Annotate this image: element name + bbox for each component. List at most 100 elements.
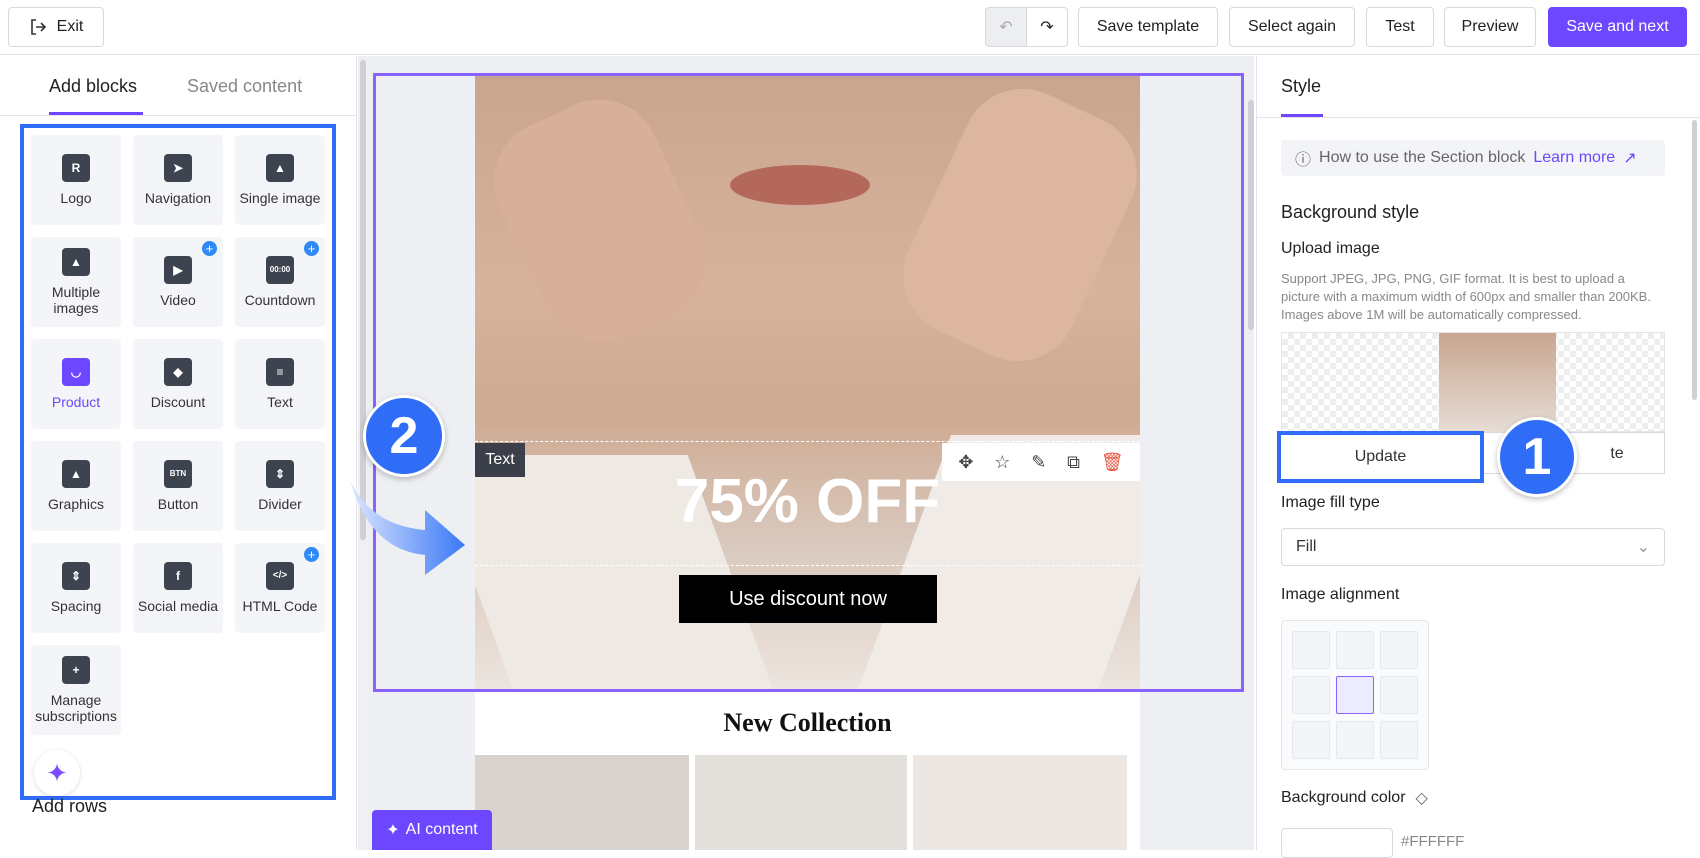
block-manage-subscriptions[interactable]: + Manage subscriptions [31, 645, 121, 735]
block-discount[interactable]: ◆ Discount [133, 339, 223, 429]
color-hex-value[interactable]: #FFFFFF [1401, 833, 1464, 850]
product-image[interactable] [913, 755, 1127, 850]
canvas-scrollbar-thumb[interactable] [1248, 100, 1254, 330]
select-again-button[interactable]: Select again [1229, 7, 1355, 47]
plus-badge-icon: + [304, 241, 319, 256]
align-top-right[interactable] [1380, 631, 1418, 669]
preview-button[interactable]: Preview [1444, 7, 1536, 47]
tag-icon: ◆ [164, 358, 192, 386]
block-label: Navigation [144, 190, 212, 206]
right-scrollbar-thumb[interactable] [1692, 120, 1697, 400]
block-product[interactable]: ◡ Product [31, 339, 121, 429]
align-bottom-right[interactable] [1380, 721, 1418, 759]
block-graphics[interactable]: ▲ Graphics [31, 441, 121, 531]
question-icon: ⓘ [1295, 152, 1312, 169]
collection-title[interactable]: New Collection [475, 708, 1140, 738]
logo-icon: R [62, 154, 90, 182]
block-label: Text [267, 394, 293, 410]
block-label: HTML Code [242, 598, 318, 614]
step-arrow-icon [350, 480, 465, 575]
add-rows-heading: Add rows [32, 796, 108, 816]
button-icon: BTN [164, 460, 192, 488]
image-alignment-label: Image alignment [1281, 586, 1400, 603]
block-text[interactable]: ≡ Text [235, 339, 325, 429]
image-fill-type-label: Image fill type [1281, 494, 1380, 511]
color-swatch[interactable] [1281, 828, 1393, 858]
divider-icon: ⇕ [266, 460, 294, 488]
ai-sparkle-icon[interactable]: ✦ [34, 750, 80, 796]
product-image[interactable] [695, 755, 907, 850]
blocks-highlight: R Logo ➤ Navigation ▲ Single image ▲ Multipl… [20, 124, 336, 800]
graphics-icon: ▲ [62, 460, 90, 488]
redo-icon: ↷ [1040, 19, 1054, 36]
block-html-code[interactable]: + </> HTML Code [235, 543, 325, 633]
background-style-heading: Background style [1281, 202, 1420, 222]
undo-icon: ↶ [999, 19, 1013, 36]
image-preview[interactable] [1281, 332, 1665, 432]
block-button[interactable]: BTN Button [133, 441, 223, 531]
image-icon: ▲ [266, 154, 294, 182]
block-label: Button [157, 496, 199, 512]
block-label: Video [160, 292, 196, 308]
block-label: Multiple images [51, 284, 101, 316]
align-top-center[interactable] [1336, 631, 1374, 669]
plus-badge-icon: + [202, 241, 217, 256]
product-image[interactable] [475, 755, 689, 850]
exit-button[interactable]: Exit [8, 7, 104, 47]
fill-type-select[interactable]: Fill ⌄ [1281, 528, 1665, 566]
exit-icon [30, 19, 46, 35]
use-discount-button[interactable]: Use discount now [679, 575, 937, 623]
update-image-button[interactable]: Update [1277, 431, 1484, 483]
test-button[interactable]: Test [1366, 7, 1434, 47]
block-label: Social media [137, 598, 219, 614]
block-video[interactable]: + ▶ Video [133, 237, 223, 327]
block-single-image[interactable]: ▲ Single image [235, 135, 325, 225]
step-1-badge: 1 [1497, 417, 1577, 497]
learn-more-link[interactable]: Learn more [1533, 149, 1615, 167]
left-scrollbar-thumb[interactable] [360, 60, 366, 540]
tab-style[interactable]: Style [1281, 76, 1321, 97]
video-icon: ▶ [164, 256, 192, 284]
block-label: Single image [239, 190, 321, 206]
fill-type-value: Fill [1296, 538, 1317, 555]
align-top-left[interactable] [1292, 631, 1330, 669]
block-divider[interactable]: ⇕ Divider [235, 441, 325, 531]
help-banner: ⓘ How to use the Section block Learn mor… [1281, 140, 1665, 176]
block-logo[interactable]: R Logo [31, 135, 121, 225]
left-panel: Add blocks Saved content R Logo ➤ Navigati… [0, 56, 357, 850]
block-spacing[interactable]: ⇕ Spacing [31, 543, 121, 633]
block-multiple-images[interactable]: ▲ Multiple images [31, 237, 121, 327]
ai-content-label: AI content [405, 821, 478, 838]
headline-text[interactable]: 75% OFF [475, 466, 1140, 537]
align-middle-right[interactable] [1380, 676, 1418, 714]
align-middle-left[interactable] [1292, 676, 1330, 714]
block-social-media[interactable]: f Social media [133, 543, 223, 633]
external-link-icon[interactable]: ↗ [1623, 148, 1636, 168]
align-bottom-left[interactable] [1292, 721, 1330, 759]
top-toolbar: Exit ↶ ↷ Save template Select again Test… [0, 0, 1700, 55]
background-color-label: Background color ◇ [1281, 788, 1428, 808]
plus-badge-icon: + [304, 547, 319, 562]
tab-divider [1257, 117, 1700, 118]
block-countdown[interactable]: +00:00 Countdown [235, 237, 325, 327]
upload-image-label: Upload image [1281, 240, 1380, 257]
eraser-icon[interactable]: ◇ [1416, 788, 1428, 808]
bag-icon: ◡ [62, 358, 90, 386]
left-tabs: Add blocks Saved content [0, 56, 357, 116]
save-template-button[interactable]: Save template [1078, 7, 1218, 47]
background-color-text: Background color [1281, 789, 1406, 806]
code-icon: </> [266, 562, 294, 590]
help-text: How to use the Section block [1319, 149, 1526, 166]
alignment-grid [1281, 620, 1429, 770]
align-bottom-center[interactable] [1336, 721, 1374, 759]
tab-add-blocks[interactable]: Add blocks [49, 76, 137, 97]
tab-underline [49, 112, 143, 115]
redo-button[interactable]: ↷ [1026, 7, 1068, 47]
tab-saved-content[interactable]: Saved content [187, 76, 302, 97]
ai-content-button[interactable]: ✦ AI content [372, 810, 492, 850]
save-and-next-button[interactable]: Save and next [1548, 7, 1687, 47]
undo-button[interactable]: ↶ [985, 7, 1027, 47]
block-navigation[interactable]: ➤ Navigation [133, 135, 223, 225]
exit-label: Exit [56, 18, 84, 35]
align-center[interactable] [1336, 676, 1374, 714]
